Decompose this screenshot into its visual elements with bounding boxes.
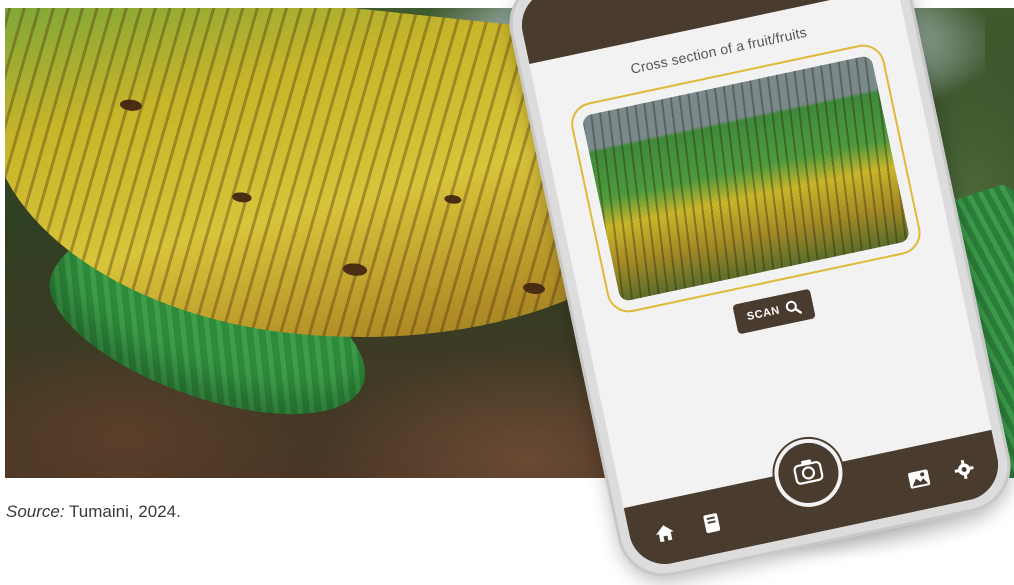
camera-preview-frame xyxy=(567,40,925,317)
caption-source-label: Source: xyxy=(6,502,65,521)
home-icon[interactable] xyxy=(649,518,680,549)
scan-button[interactable]: SCAN xyxy=(732,288,816,335)
caption-source-text: Tumaini, 2024. xyxy=(64,502,181,521)
figure-caption: Source: Tumaini, 2024. xyxy=(6,502,181,522)
scan-label: SCAN xyxy=(745,304,781,324)
gear-icon[interactable] xyxy=(949,454,980,485)
camera-preview-image xyxy=(581,54,911,303)
search-icon xyxy=(784,298,803,317)
camera-icon xyxy=(791,455,827,492)
gallery-icon[interactable] xyxy=(904,464,935,495)
book-icon[interactable] xyxy=(696,508,727,539)
